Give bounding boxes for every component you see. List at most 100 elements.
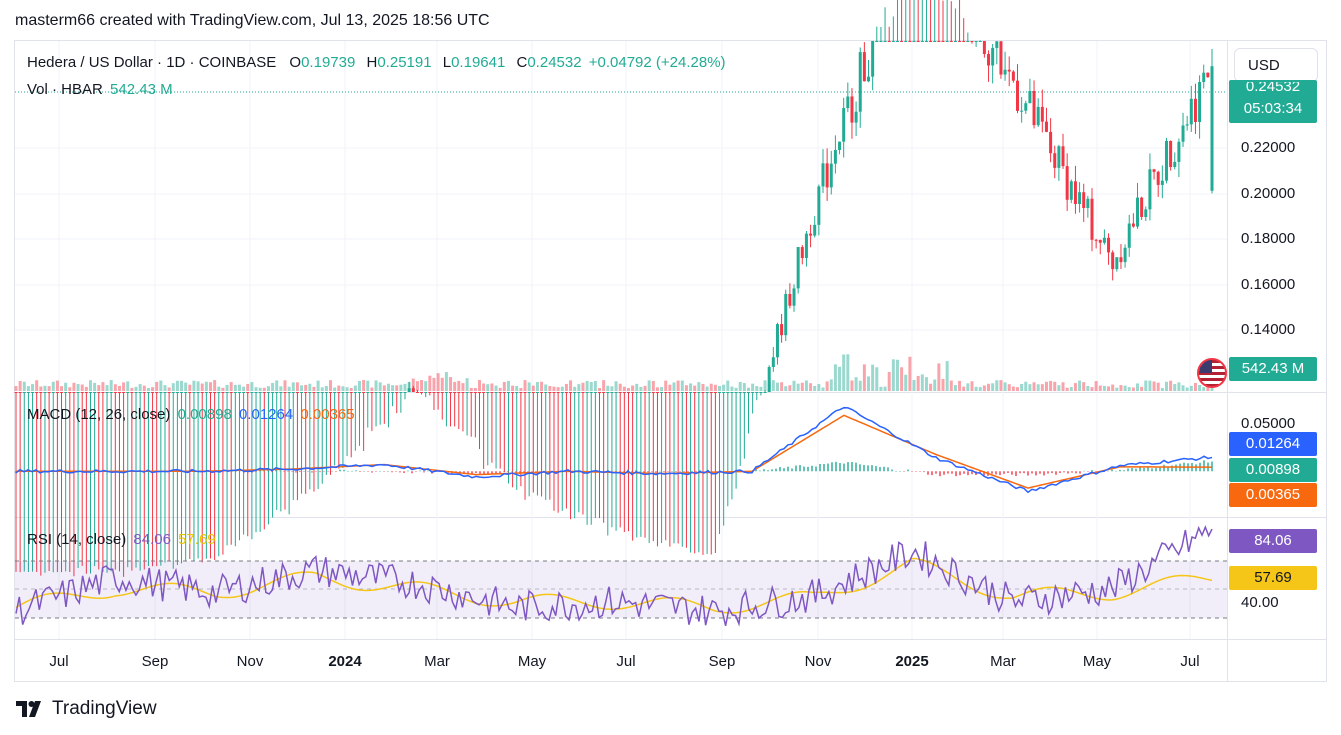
macd-hist-bar	[935, 471, 937, 474]
candle-body	[312, 392, 316, 393]
candle-body	[246, 392, 250, 393]
volume-bar	[424, 381, 428, 391]
candle-body	[523, 392, 527, 393]
volume-bar	[126, 381, 130, 391]
volume-bar	[891, 359, 895, 391]
volume-bar	[689, 383, 693, 391]
volume-bar	[324, 386, 328, 391]
candle-body	[382, 392, 386, 393]
volume-bar	[262, 387, 266, 391]
volume-bar	[660, 387, 664, 391]
candle-body	[1057, 146, 1061, 168]
candle-body	[887, 41, 891, 42]
time-tick: Sep	[141, 653, 169, 670]
volume-bar	[14, 386, 18, 391]
candle-body	[26, 392, 30, 393]
macd-hist-bar	[771, 469, 773, 472]
macd-hist-bar	[891, 469, 893, 472]
candle-body	[1127, 223, 1131, 248]
volume-bar	[26, 386, 30, 391]
candle-body	[966, 41, 970, 42]
candle-body	[813, 224, 817, 236]
candle-body	[1107, 237, 1111, 253]
volume-bar	[366, 380, 370, 391]
volume-bar	[738, 381, 742, 391]
time-tick: 2025	[895, 653, 929, 670]
volume-bar	[242, 386, 246, 391]
macd-hist-bar	[1039, 471, 1041, 474]
candle-body	[854, 111, 858, 123]
candle-body	[1119, 257, 1123, 263]
macd-hist-bar	[679, 471, 681, 472]
volume-bar	[684, 385, 688, 391]
macd-hist-bar	[527, 471, 529, 472]
candle-body	[184, 392, 188, 393]
volume-bar	[606, 385, 610, 391]
us-flag-icon[interactable]	[1197, 358, 1227, 388]
candle-body	[221, 392, 225, 393]
volume-bar	[1020, 384, 1024, 391]
time-grid	[58, 41, 1191, 639]
candle-body	[635, 392, 639, 393]
volume-bar	[444, 372, 448, 391]
rsi-ma-value: 57.69	[178, 531, 216, 548]
macd-hist-bar	[1055, 471, 1057, 475]
macd-label[interactable]: MACD (12, 26, close)	[27, 406, 170, 423]
volume-bar	[482, 383, 486, 391]
volume-bar	[204, 381, 208, 391]
macd-hist-bar	[963, 471, 965, 474]
candle-body	[117, 392, 121, 393]
volume-bar	[494, 385, 498, 391]
macd-hist-bar	[1159, 467, 1161, 472]
volume-bar	[1015, 387, 1019, 391]
macd-hist-bar	[959, 471, 961, 476]
candle-body	[556, 392, 560, 393]
candle-body	[163, 392, 167, 393]
candle-body	[796, 247, 800, 289]
volume-bar	[1173, 384, 1177, 391]
macd-hist-bar	[651, 471, 653, 472]
macd-hist-bar	[911, 471, 913, 472]
candle-body	[498, 392, 502, 393]
volume-bar	[995, 380, 999, 391]
tradingview-brand[interactable]: TradingView	[16, 698, 157, 720]
chart-canvas[interactable]	[0, 0, 1341, 735]
candle-body	[800, 247, 804, 258]
candle-body	[552, 392, 556, 393]
volume-bar	[1127, 387, 1131, 391]
candle-body	[655, 392, 659, 393]
volume-bar	[300, 385, 304, 391]
volume-bar	[867, 376, 871, 391]
macd-hist-bar	[939, 471, 941, 477]
candle-body	[291, 392, 295, 393]
volume-bar	[680, 380, 684, 391]
volume-bar	[287, 386, 291, 391]
rsi-label[interactable]: RSI (14, close)	[27, 531, 126, 548]
volume-bar	[618, 383, 622, 391]
volume-bar	[1082, 382, 1086, 391]
macd-hist-bar	[883, 466, 885, 472]
candle-body	[560, 392, 564, 393]
volume-bar	[742, 383, 746, 391]
volume-bar	[838, 366, 842, 391]
candle-body	[573, 392, 577, 393]
volume-bar	[196, 381, 200, 391]
volume-bar	[1011, 386, 1015, 391]
candle-body	[1156, 171, 1160, 185]
currency-button[interactable]: USD	[1234, 48, 1318, 82]
symbol-label[interactable]: Hedera / US Dollar · 1D · COINBASE	[27, 54, 276, 71]
candle-body	[788, 293, 792, 306]
volume-bar	[337, 385, 341, 391]
candle-body	[93, 392, 97, 393]
volume-label[interactable]: Vol · HBAR	[27, 81, 103, 98]
macd-hist-bar	[355, 470, 357, 472]
candle-body	[1044, 121, 1048, 132]
volume-bar	[1061, 382, 1065, 391]
volume-bar	[192, 380, 196, 391]
volume-legend: Vol · HBAR 542.43 M	[27, 81, 176, 98]
volume-bar	[895, 359, 899, 391]
volume-bar	[916, 375, 920, 391]
candle-body	[370, 392, 374, 393]
time-tick: May	[1082, 653, 1112, 670]
candle-body	[821, 163, 825, 187]
